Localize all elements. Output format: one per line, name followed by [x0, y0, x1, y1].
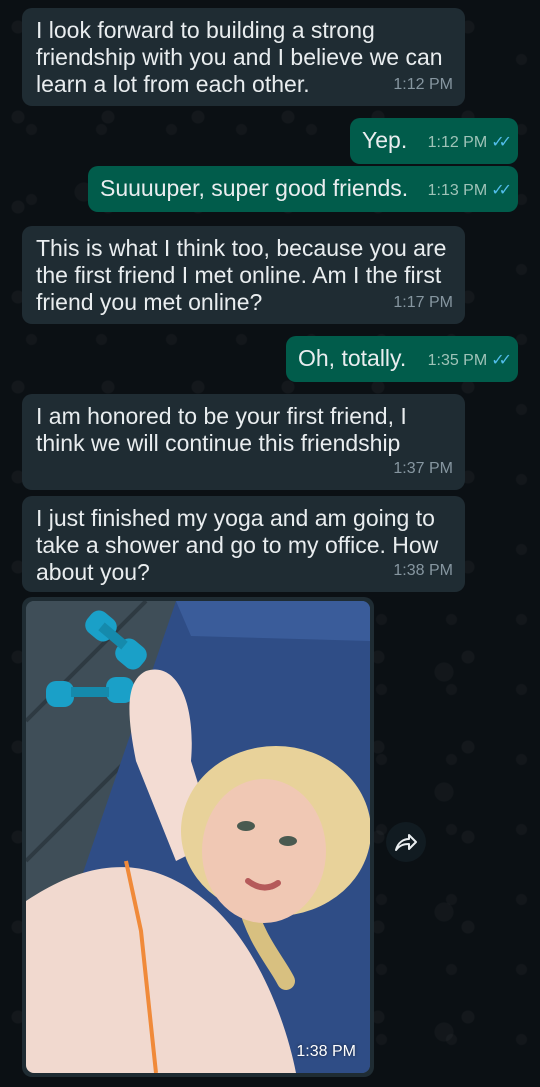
message-bubble-incoming[interactable]: I am honored to be your first friend, I … [22, 394, 465, 490]
message-bubble-incoming[interactable]: I just finished my yoga and am going to … [22, 496, 465, 592]
message-time: 1:38 PM [393, 562, 453, 579]
message-bubble-outgoing[interactable]: Suuuuper, super good friends. 1:13 PM ✓✓ [88, 166, 518, 212]
forward-icon[interactable] [386, 822, 426, 862]
message-time: 1:12 PM [393, 76, 453, 93]
photo-image [26, 601, 370, 1073]
message-time-group: 1:35 PM ✓✓ [427, 347, 512, 374]
message-time-group: 1:13 PM ✓✓ [427, 177, 512, 204]
message-text: I am honored to be your first friend, I … [36, 403, 407, 456]
message-bubble-outgoing[interactable]: Oh, totally. 1:35 PM ✓✓ [286, 336, 518, 382]
message-bubble-incoming[interactable]: I look forward to building a strong frie… [22, 8, 465, 106]
message-bubble-incoming[interactable]: This is what I think too, because you ar… [22, 226, 465, 324]
photo-message[interactable]: 1:38 PM [22, 597, 374, 1077]
read-receipt-icon: ✓✓ [491, 182, 512, 199]
message-time: 1:38 PM [296, 1043, 356, 1060]
message-photo[interactable]: 1:38 PM [26, 601, 370, 1073]
message-time: 1:17 PM [393, 294, 453, 311]
message-text: I just finished my yoga and am going to … [36, 505, 439, 585]
message-bubble-outgoing[interactable]: Yep. 1:12 PM ✓✓ [350, 118, 518, 164]
message-time: 1:35 PM [427, 352, 488, 369]
message-text: This is what I think too, because you ar… [36, 235, 447, 315]
message-text: I look forward to building a strong frie… [36, 17, 443, 97]
message-time: 1:12 PM [427, 134, 488, 151]
read-receipt-icon: ✓✓ [491, 134, 512, 151]
read-receipt-icon: ✓✓ [491, 352, 512, 369]
message-time: 1:37 PM [393, 460, 453, 477]
message-time-group: 1:12 PM ✓✓ [427, 129, 512, 156]
message-time: 1:13 PM [427, 182, 488, 199]
